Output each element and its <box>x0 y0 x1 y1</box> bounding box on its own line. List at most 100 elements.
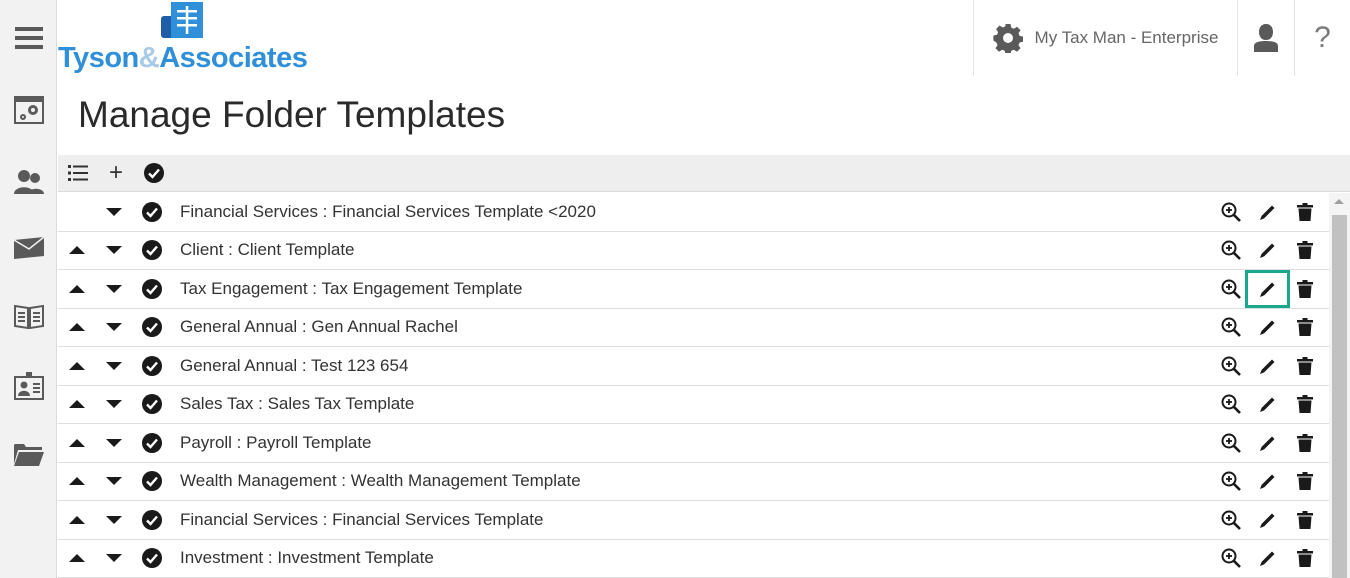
template-label: Investment : Investment Template <box>180 548 434 568</box>
move-up-button[interactable] <box>68 318 86 336</box>
scroll-thumb[interactable] <box>1332 215 1347 578</box>
template-row[interactable]: Client : Client Template <box>58 232 1329 270</box>
move-up-button[interactable] <box>68 280 86 298</box>
move-down-button[interactable] <box>105 203 123 221</box>
delete-button[interactable] <box>1286 197 1323 227</box>
scroll-up-arrow[interactable] <box>1334 199 1344 204</box>
plus-icon: + <box>108 159 123 186</box>
move-down-button[interactable] <box>105 549 123 567</box>
app-switcher[interactable]: My Tax Man - Enterprise <box>973 0 1237 76</box>
pencil-icon <box>1259 397 1274 413</box>
view-button[interactable] <box>1212 197 1249 227</box>
move-down-button[interactable] <box>105 472 123 490</box>
move-up-button[interactable] <box>68 395 86 413</box>
edit-button[interactable] <box>1249 197 1286 227</box>
view-button[interactable] <box>1212 466 1249 496</box>
edit-button[interactable] <box>1249 351 1286 381</box>
template-row[interactable]: Tax Engagement : Tax Engagement Template <box>58 269 1329 309</box>
template-row[interactable]: General Annual : Test 123 654 <box>58 347 1329 386</box>
select-all-button[interactable] <box>142 161 166 185</box>
delete-button[interactable] <box>1286 351 1323 381</box>
help-button[interactable]: ? <box>1294 0 1350 76</box>
active-toggle[interactable] <box>132 394 172 415</box>
sidebar-item-folders[interactable] <box>0 434 57 474</box>
edit-button[interactable] <box>1249 235 1286 265</box>
active-toggle[interactable] <box>132 509 172 530</box>
move-down-button[interactable] <box>105 241 123 259</box>
template-row[interactable]: Financial Services : Financial Services … <box>58 501 1329 540</box>
zoom-in-icon <box>1221 510 1241 530</box>
active-toggle[interactable] <box>132 240 172 261</box>
sidebar-item-settings[interactable] <box>0 90 57 130</box>
caret-down-icon <box>106 323 122 332</box>
active-toggle[interactable] <box>132 355 172 376</box>
active-toggle[interactable] <box>132 317 172 338</box>
move-down-button[interactable] <box>105 511 123 529</box>
move-down-button[interactable] <box>105 357 123 375</box>
move-down-button[interactable] <box>105 280 123 298</box>
sidebar-item-contacts[interactable] <box>0 162 57 202</box>
edit-button[interactable] <box>1249 505 1286 535</box>
move-down-button[interactable] <box>105 395 123 413</box>
delete-button[interactable] <box>1286 274 1323 304</box>
pencil-icon <box>1259 474 1274 490</box>
delete-button[interactable] <box>1286 389 1323 419</box>
template-row[interactable]: General Annual : Gen Annual Rachel <box>58 309 1329 347</box>
template-row[interactable]: Wealth Management : Wealth Management Te… <box>58 463 1329 501</box>
active-toggle[interactable] <box>132 201 172 222</box>
menu-button[interactable] <box>0 18 57 58</box>
user-button[interactable] <box>1237 0 1294 76</box>
move-up-button[interactable] <box>68 472 86 490</box>
edit-button[interactable] <box>1249 312 1286 342</box>
view-button[interactable] <box>1212 274 1249 304</box>
trash-icon <box>1296 318 1313 337</box>
delete-button[interactable] <box>1286 505 1323 535</box>
move-up-button[interactable] <box>68 549 86 567</box>
delete-button[interactable] <box>1286 312 1323 342</box>
delete-button[interactable] <box>1286 235 1323 265</box>
active-toggle[interactable] <box>132 432 172 453</box>
view-button[interactable] <box>1212 505 1249 535</box>
scrollbar[interactable] <box>1329 193 1350 578</box>
edit-button[interactable] <box>1245 269 1290 308</box>
edit-button[interactable] <box>1249 389 1286 419</box>
view-button[interactable] <box>1212 351 1249 381</box>
delete-button[interactable] <box>1286 466 1323 496</box>
view-button[interactable] <box>1212 543 1249 573</box>
sidebar-item-news[interactable] <box>0 296 57 336</box>
active-toggle[interactable] <box>132 278 172 299</box>
template-row[interactable]: Sales Tax : Sales Tax Template <box>58 386 1329 424</box>
view-button[interactable] <box>1212 235 1249 265</box>
caret-down-icon <box>106 477 122 486</box>
sidebar-item-mail[interactable] <box>0 228 57 268</box>
edit-button[interactable] <box>1249 466 1286 496</box>
view-button[interactable] <box>1212 312 1249 342</box>
view-button[interactable] <box>1212 389 1249 419</box>
active-toggle[interactable] <box>132 471 172 492</box>
edit-button[interactable] <box>1249 428 1286 458</box>
template-label: General Annual : Test 123 654 <box>180 355 409 375</box>
app: Tyson&Associates My Tax Man - Enterprise… <box>0 0 1350 578</box>
edit-button[interactable] <box>1249 543 1286 573</box>
template-row[interactable]: Investment : Investment Template <box>58 540 1329 578</box>
template-row[interactable]: Financial Services : Financial Services … <box>58 193 1329 232</box>
move-up-button[interactable] <box>68 241 86 259</box>
delete-button[interactable] <box>1286 428 1323 458</box>
list-view-button[interactable] <box>66 161 90 185</box>
help-label: ? <box>1314 21 1331 54</box>
add-template-button[interactable]: + <box>104 161 128 185</box>
delete-button[interactable] <box>1286 543 1323 573</box>
template-row[interactable]: Payroll : Payroll Template <box>58 424 1329 463</box>
move-up-button[interactable] <box>68 434 86 452</box>
settings-window-icon <box>13 96 44 124</box>
sidebar-item-id-card[interactable] <box>0 366 57 406</box>
move-down-button[interactable] <box>105 318 123 336</box>
active-toggle[interactable] <box>132 548 172 569</box>
view-button[interactable] <box>1212 428 1249 458</box>
folder-icon <box>13 444 44 466</box>
move-up-button[interactable] <box>68 357 86 375</box>
move-down-button[interactable] <box>105 434 123 452</box>
move-up-cell <box>58 241 96 259</box>
move-up-button[interactable] <box>68 511 86 529</box>
check-circle-icon <box>142 240 162 261</box>
